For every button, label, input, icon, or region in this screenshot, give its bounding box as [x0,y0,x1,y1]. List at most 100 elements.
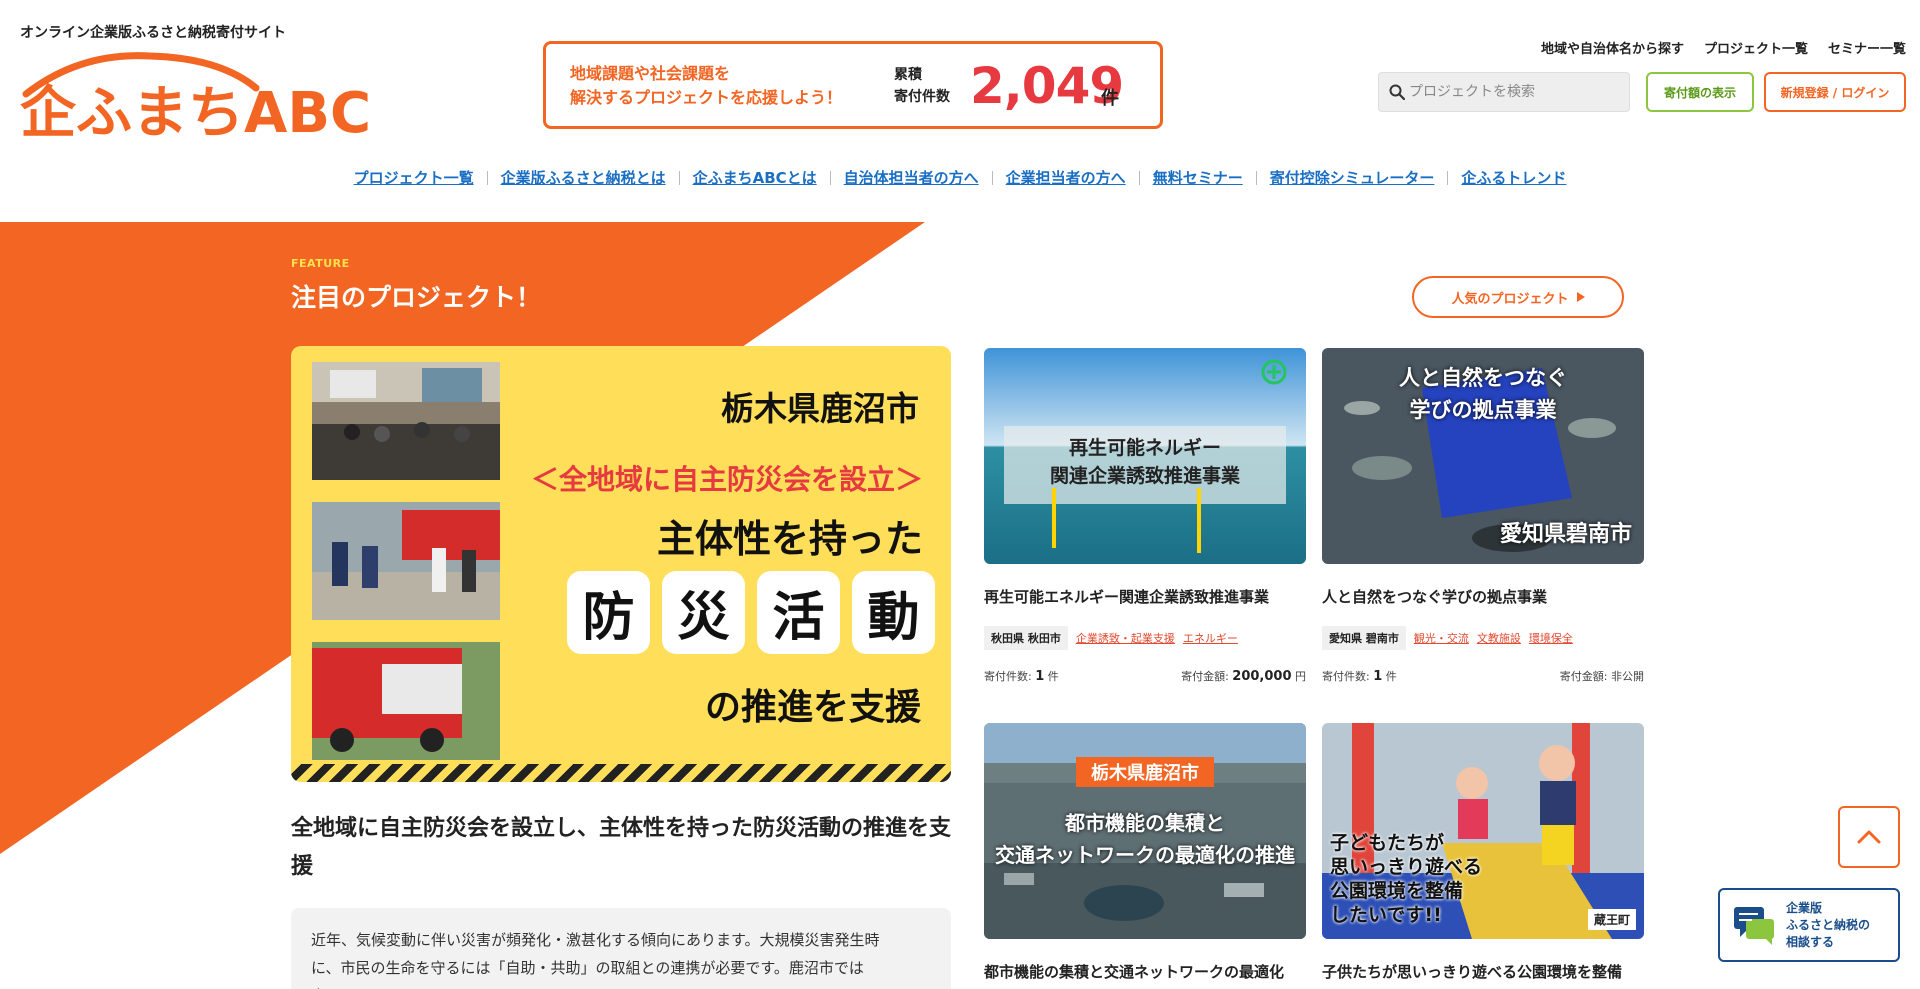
toplink-project-list[interactable]: プロジェクト一覧 [1704,38,1808,57]
image-caption-city: 栃木県鹿沼市 [1076,757,1214,787]
popular-projects-button[interactable]: 人気のプロジェクト [1412,276,1624,318]
counter-label-line2: 寄付件数 [894,89,950,105]
hero-char: 災 [662,571,745,654]
hero-line2: 主体性を持った [656,517,923,561]
photo-seminar-room [312,362,500,480]
image-caption: 都市機能の集積と 交通ネットワークの最適化の推進 [984,807,1306,871]
category-link[interactable]: 観光・交流 [1414,630,1469,646]
image-caption-line: 交通ネットワークの最適化の推進 [995,843,1295,867]
toplink-seminar-list[interactable]: セミナー一覧 [1828,38,1906,57]
register-login-button[interactable]: 新規登録 / ログイン [1764,72,1906,112]
hero-chars: 防 災 活 動 [567,571,935,654]
feature-eyebrow: FEATURE [291,257,350,270]
amount-value: 200,000 [1232,669,1292,684]
project-card-image[interactable]: 人と自然をつなぐ 学びの拠点事業 愛知県碧南市 [1322,348,1644,564]
image-caption-city: 愛知県碧南市 [1499,522,1632,547]
nav-deduction-simulator[interactable]: 寄付控除シミュレーター [1257,167,1448,188]
description-line: 自 [311,982,931,989]
scroll-top-button[interactable] [1838,806,1900,868]
category-link[interactable]: エネルギー [1183,630,1238,646]
image-caption-line: 思いっきり遊べる [1330,856,1483,878]
search-input[interactable] [1409,73,1624,111]
project-card[interactable]: 人と自然をつなぐ 学びの拠点事業 愛知県碧南市 人と自然をつなぐ学びの拠点事業 … [1322,348,1644,684]
image-caption: 再生可能ネルギー 関連企業誘致推進事業 [984,434,1306,490]
toplink-search-region[interactable]: 地域や自治体名から探す [1541,38,1684,57]
search-icon [1389,84,1405,100]
project-card-stats: 寄付件数: 1 件 寄付金額: 非公開 [1322,668,1644,684]
nav-for-municipality[interactable]: 自治体担当者の方へ [831,167,992,188]
consult-button[interactable]: 企業版 ふるさと納税の 相談する [1718,888,1900,962]
nav-for-company[interactable]: 企業担当者の方へ [993,167,1139,188]
chat-bubble-icon [1734,907,1774,945]
donation-count: 寄付件数: 1 件 [984,668,1059,684]
feature-section: FEATURE 注目のプロジェクト！ 人気のプロジェクト 栃木県鹿沼市 ＜全地域… [0,222,1920,989]
hero-city: 栃木県鹿沼市 [721,389,919,428]
site-tagline: オンライン企業版ふるさと納税寄付サイト [20,25,286,41]
counter-label-line1: 累積 [894,67,922,83]
hero-project-title[interactable]: 全地域に自主防災会を設立し、主体性を持った防災活動の推進を支援 [291,810,959,886]
category-link[interactable]: 企業誘致・起業支援 [1076,630,1175,646]
count-value: 1 [1373,669,1383,684]
prefecture: 秋田県 [991,632,1024,645]
donation-count: 寄付件数: 1 件 [1322,668,1397,684]
project-card-title[interactable]: 都市機能の集積と交通ネットワークの最適化 [984,961,1306,983]
project-card-title[interactable]: 再生可能エネルギー関連企業誘致推進事業 [984,586,1306,608]
nav-about-site[interactable]: 企ふまちABCとは [680,167,830,188]
logo-text: 企ふまちABC [20,81,370,140]
nav-free-seminar[interactable]: 無料セミナー [1140,167,1256,188]
main-nav: プロジェクト一覧 企業版ふるさと納税とは 企ふまちABCとは 自治体担当者の方へ… [0,167,1920,188]
project-card[interactable]: 子どもたちが 思いっきり遊べる 公園環境を整備 したいです!! 蔵王町 子供たち… [1322,723,1644,983]
project-card-image[interactable]: 再生可能ネルギー 関連企業誘致推進事業 [984,348,1306,564]
hero-char: 防 [567,571,650,654]
project-card[interactable]: 再生可能ネルギー 関連企業誘致推進事業 再生可能エネルギー関連企業誘致推進事業 … [984,348,1306,684]
project-card-meta: 愛知県 碧南市 観光・交流 文教施設 環境保全 [1322,626,1644,650]
city: 秋田市 [1027,632,1061,645]
hero-char: 動 [852,571,935,654]
counter-message-line2: 解決するプロジェクトを応援しよう！ [570,88,843,107]
counter-message: 地域課題や社会課題を 解決するプロジェクトを応援しよう！ [570,62,842,110]
image-badge: 蔵王町 [1587,909,1636,930]
image-caption-line: 再生可能ネルギー [1068,437,1221,459]
project-card-title[interactable]: 子供たちが思いっきり遊べる公園環境を整備 [1322,961,1644,983]
region-tag[interactable]: 愛知県 碧南市 [1322,626,1406,650]
nav-trend[interactable]: 企ふるトレンド [1448,167,1579,188]
category-link[interactable]: 環境保全 [1529,630,1573,646]
photo-drill [312,502,500,620]
image-caption: 子どもたちが 思いっきり遊べる 公園環境を整備 したいです!! [1330,831,1482,927]
amount-label: 寄付金額: [1559,670,1611,683]
donation-amount: 寄付金額: 200,000 円 [1181,668,1306,684]
nav-about-furusato[interactable]: 企業版ふるさと納税とは [488,167,679,188]
hero-line1: ＜全地域に自主防災会を設立＞ [530,463,923,496]
region-tag[interactable]: 秋田県 秋田市 [984,626,1068,650]
site-logo[interactable]: 企ふまちABC [20,48,371,146]
image-caption-line: 人と自然をつなぐ [1399,366,1567,390]
count-value: 1 [1035,669,1045,684]
hero-project-image[interactable]: 栃木県鹿沼市 ＜全地域に自主防災会を設立＞ 主体性を持った 防 災 活 動 の推… [291,346,951,782]
consult-line: 相談する [1786,934,1835,949]
project-card-image[interactable]: 子どもたちが 思いっきり遊べる 公園環境を整備 したいです!! 蔵王町 [1322,723,1644,939]
image-caption-line: 公園環境を整備 [1330,880,1464,902]
project-card[interactable]: 栃木県鹿沼市 都市機能の集積と 交通ネットワークの最適化の推進 都市機能の集積と… [984,723,1306,983]
donation-amount: 寄付金額: 非公開 [1560,668,1644,684]
search-box [1378,72,1630,112]
nav-project-list[interactable]: プロジェクト一覧 [341,167,487,188]
count-unit: 件 [1382,670,1397,683]
prefecture: 愛知県 [1329,632,1362,645]
consult-line: ふるさと納税の [1786,917,1871,932]
description-line: 近年、気候変動に伴い災害が頻発化・激甚化する傾向にあります。大規模災害発生時 [311,931,880,949]
show-donation-button[interactable]: 寄付額の表示 [1646,72,1754,112]
hero-char: 活 [757,571,840,654]
feature-title: 注目のプロジェクト！ [291,283,542,312]
project-card-image[interactable]: 栃木県鹿沼市 都市機能の集積と 交通ネットワークの最適化の推進 [984,723,1306,939]
image-caption-line: したいです!! [1330,904,1442,926]
project-card-stats: 寄付件数: 1 件 寄付金額: 200,000 円 [984,668,1306,684]
project-card-title[interactable]: 人と自然をつなぐ学びの拠点事業 [1322,586,1644,608]
city: 碧南市 [1365,632,1399,645]
amount-unit: 円 [1291,670,1306,683]
hero-project-description: 近年、気候変動に伴い災害が頻発化・激甚化する傾向にあります。大規模災害発生時 に… [291,908,951,989]
amount-value: 非公開 [1611,670,1644,683]
consult-line: 企業版 [1786,900,1823,915]
counter-label: 累積 寄付件数 [894,64,950,108]
category-link[interactable]: 文教施設 [1477,630,1521,646]
image-caption-line: 子どもたちが [1330,832,1445,854]
